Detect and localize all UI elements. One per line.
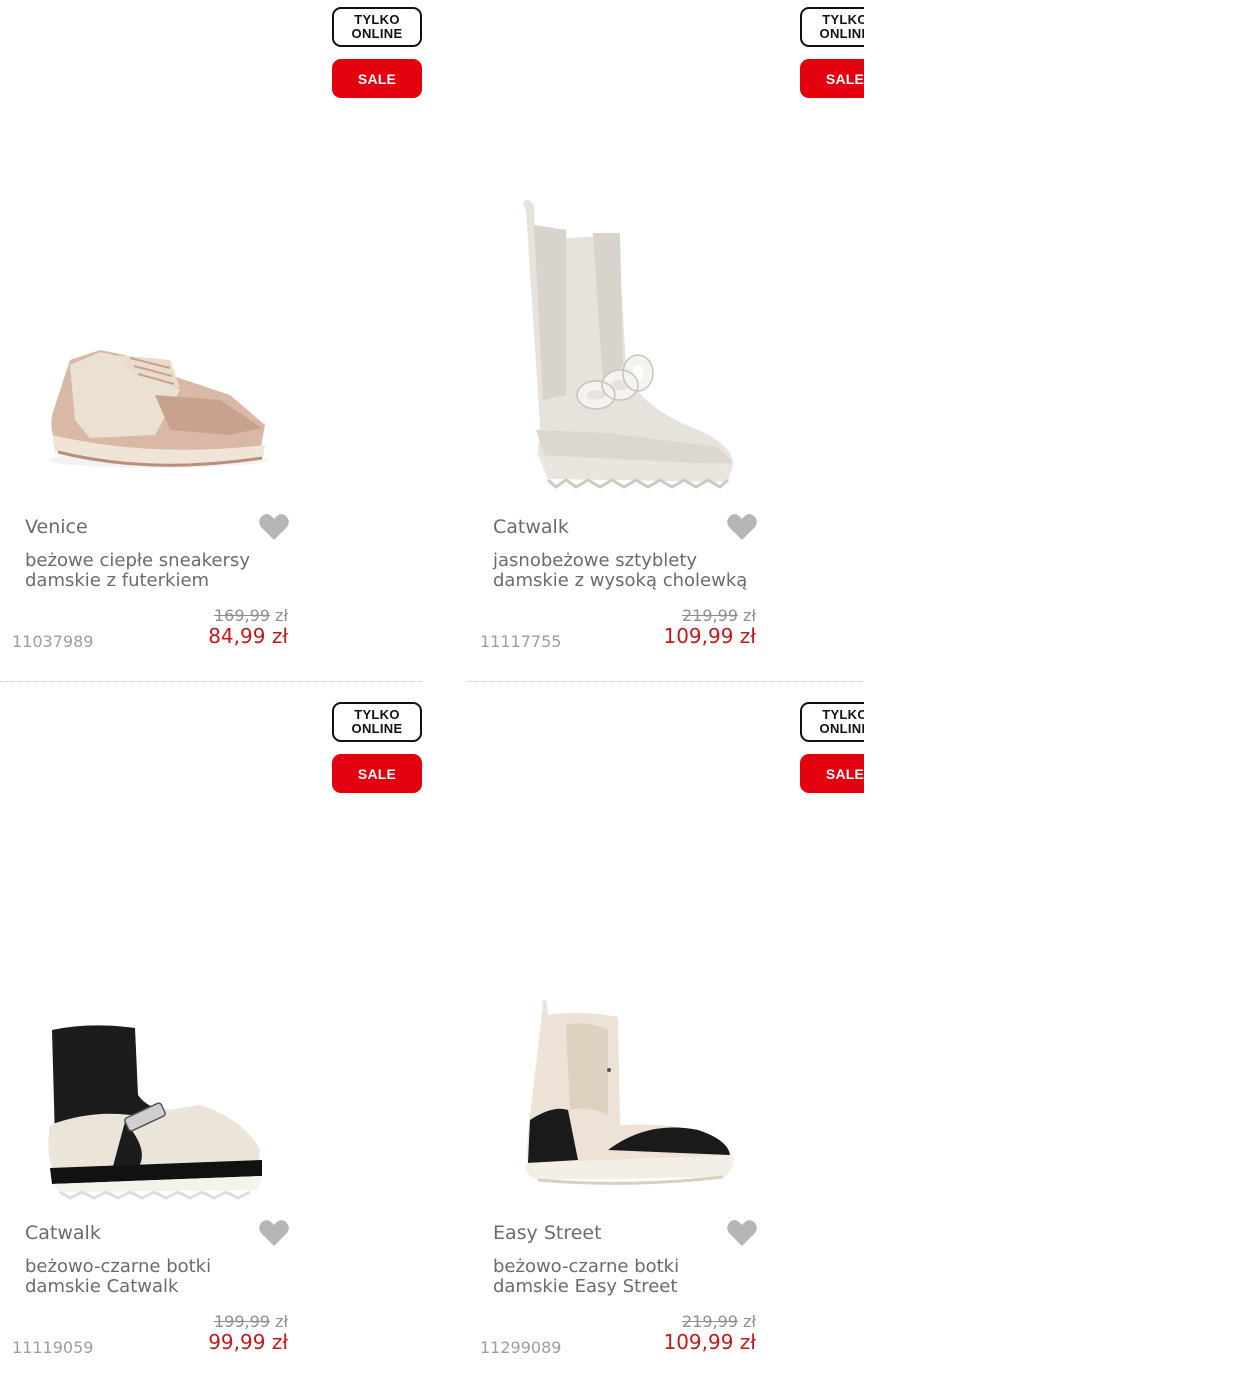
online-only-badge: TYLKO ONLINE <box>800 7 864 47</box>
product-sku: 11299089 <box>480 1338 562 1357</box>
product-name-line1: beżowo-czarne botki <box>25 1256 212 1277</box>
old-price-amount: 219,99 <box>681 606 738 625</box>
product-name-line1: jasnobeżowe sztyblety <box>493 550 698 571</box>
product-name[interactable]: jasnobeżowe sztyblety damskie z wysoką c… <box>493 551 793 591</box>
product-card[interactable]: TYLKO ONLINE SALE Easy Street beżowo-cza… <box>468 695 864 1376</box>
online-only-badge: TYLKO ONLINE <box>332 7 422 47</box>
badge-online-line2: ONLINE <box>351 26 403 41</box>
product-grid: TYLKO ONLINE SALE Venice beżowe ciepłe s… <box>0 0 864 1376</box>
sneaker-image[interactable] <box>30 190 280 490</box>
product-name[interactable]: beżowe ciepłe sneakersy damskie z futerk… <box>25 551 325 591</box>
product-brand[interactable]: Catwalk <box>493 516 569 538</box>
product-name[interactable]: beżowo-czarne botki damskie Easy Street <box>493 1257 793 1297</box>
old-price-amount: 199,99 <box>213 1312 270 1331</box>
ankle-boot-image[interactable] <box>508 995 758 1295</box>
sale-badge: SALE <box>332 59 422 98</box>
product-name-line2: damskie Easy Street <box>493 1276 678 1297</box>
old-price-currency: zł <box>275 1312 288 1331</box>
tall-boot-image[interactable] <box>508 195 758 495</box>
old-price-currency: zł <box>743 606 756 625</box>
heart-icon[interactable] <box>726 1218 758 1248</box>
product-sku: 11117755 <box>480 632 562 651</box>
sock-boot-image[interactable] <box>30 1000 280 1300</box>
badge-online-line1: TYLKO <box>354 12 400 27</box>
product-card[interactable]: TYLKO ONLINE SALE Venice beżowe ciepłe s… <box>0 0 422 682</box>
badge-online-line2: ONLINE <box>351 721 403 736</box>
sale-badge: SALE <box>800 754 864 793</box>
old-price-amount: 169,99 <box>213 606 270 625</box>
product-sku: 11037989 <box>12 632 94 651</box>
product-name-line1: beżowe ciepłe sneakersy <box>25 550 250 571</box>
old-price-amount: 219,99 <box>681 1312 738 1331</box>
badge-online-line1: TYLKO <box>822 12 864 27</box>
old-price-currency: zł <box>743 1312 756 1331</box>
product-name-line2: damskie z wysoką cholewką <box>493 570 748 591</box>
badge-online-line2: ONLINE <box>819 26 864 41</box>
badge-online-line1: TYLKO <box>822 707 864 722</box>
product-name[interactable]: beżowo-czarne botki damskie Catwalk <box>25 1257 325 1297</box>
old-price: 219,99 zł <box>682 1312 756 1331</box>
product-card[interactable]: TYLKO ONLINE SALE Catwalk <box>468 0 864 682</box>
row-divider <box>468 681 864 682</box>
sale-price: 99,99 zł <box>208 1330 288 1354</box>
sale-price: 109,99 zł <box>663 624 756 648</box>
online-only-badge: TYLKO ONLINE <box>332 702 422 742</box>
heart-icon[interactable] <box>258 512 290 542</box>
sale-price: 84,99 zł <box>208 624 288 648</box>
product-name-line2: damskie z futerkiem <box>25 570 210 591</box>
row-divider <box>0 681 422 682</box>
old-price: 199,99 zł <box>214 1312 288 1331</box>
heart-icon[interactable] <box>726 512 758 542</box>
product-card[interactable]: TYLKO ONLINE SALE Catwalk beżowo-czarne … <box>0 695 422 1376</box>
sale-price: 109,99 zł <box>663 1330 756 1354</box>
product-name-line2: damskie Catwalk <box>25 1276 179 1297</box>
product-name-line1: beżowo-czarne botki <box>493 1256 680 1277</box>
old-price: 219,99 zł <box>682 606 756 625</box>
badge-online-line2: ONLINE <box>819 721 864 736</box>
product-brand[interactable]: Venice <box>25 516 88 538</box>
badge-online-line1: TYLKO <box>354 707 400 722</box>
product-sku: 11119059 <box>12 1338 94 1357</box>
sale-badge: SALE <box>332 754 422 793</box>
product-brand[interactable]: Easy Street <box>493 1222 602 1244</box>
product-brand[interactable]: Catwalk <box>25 1222 101 1244</box>
old-price: 169,99 zł <box>214 606 288 625</box>
online-only-badge: TYLKO ONLINE <box>800 702 864 742</box>
sale-badge: SALE <box>800 59 864 98</box>
heart-icon[interactable] <box>258 1218 290 1248</box>
old-price-currency: zł <box>275 606 288 625</box>
